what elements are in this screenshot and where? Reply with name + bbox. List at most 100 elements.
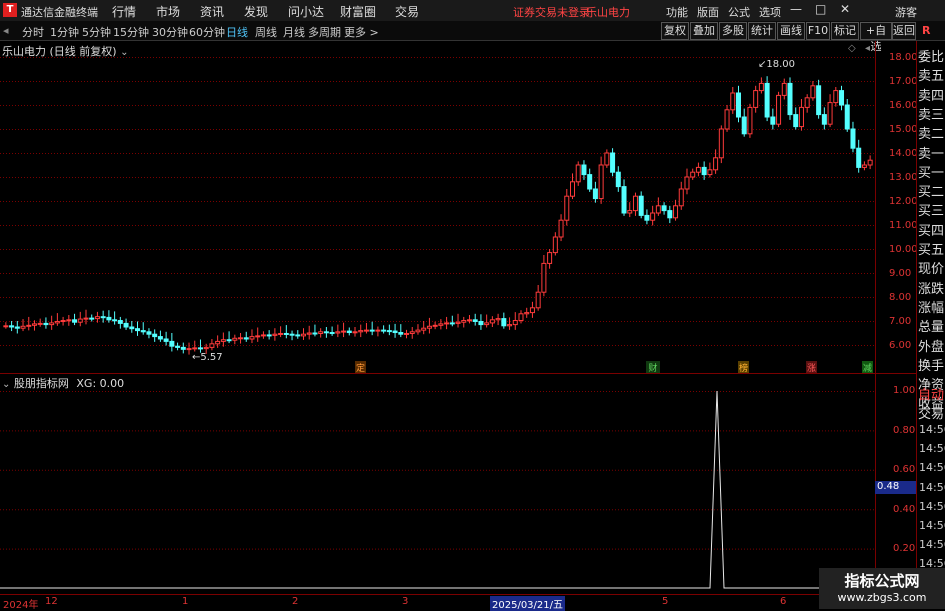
multi-stock-button[interactable]: 多股 xyxy=(719,22,747,40)
candle-body[interactable] xyxy=(604,152,610,166)
period-60min[interactable]: 60分钟 xyxy=(189,24,225,40)
candle-body[interactable] xyxy=(9,325,15,328)
candle-body[interactable] xyxy=(14,326,20,329)
candle-body[interactable] xyxy=(232,337,238,341)
menu-item-market[interactable]: 市场 xyxy=(156,3,180,20)
candle-body[interactable] xyxy=(753,90,759,108)
adjust-button[interactable]: 复权 xyxy=(661,22,689,40)
candle-body[interactable] xyxy=(26,324,32,327)
candle-body[interactable] xyxy=(432,324,438,327)
candle-body[interactable] xyxy=(152,333,158,338)
indicator-options-icon[interactable]: ⌄ xyxy=(2,379,10,390)
candle-body[interactable] xyxy=(363,329,369,332)
candle-body[interactable] xyxy=(455,321,461,324)
candle-body[interactable] xyxy=(507,324,513,327)
candle-body[interactable] xyxy=(552,236,558,254)
candle-body[interactable] xyxy=(404,332,410,335)
candle-body[interactable] xyxy=(135,328,141,332)
back-button[interactable]: 返回 xyxy=(892,22,916,40)
candle-body[interactable] xyxy=(512,320,518,326)
candle-body[interactable] xyxy=(781,82,787,96)
candle-body[interactable] xyxy=(106,316,112,321)
candle-body[interactable] xyxy=(518,313,524,322)
candle-body[interactable] xyxy=(741,116,747,135)
candle-body[interactable] xyxy=(587,174,593,190)
candle-body[interactable] xyxy=(352,331,358,334)
candle-body[interactable] xyxy=(570,181,576,197)
candle-body[interactable] xyxy=(793,114,799,128)
candle-body[interactable] xyxy=(461,320,467,323)
f10-button[interactable]: F10 xyxy=(806,22,830,40)
side-r-button[interactable]: R xyxy=(922,24,930,37)
menu-item-news[interactable]: 资讯 xyxy=(200,3,224,20)
menu-item-formula[interactable]: 公式 xyxy=(728,4,750,20)
menu-item-functions[interactable]: 功能 xyxy=(666,4,688,20)
candle-body[interactable] xyxy=(627,210,633,214)
candle-body[interactable] xyxy=(175,345,181,348)
candle-body[interactable] xyxy=(684,176,690,190)
menu-item-quotes[interactable]: 行情 xyxy=(112,3,136,20)
candle-body[interactable] xyxy=(598,164,604,200)
candle-body[interactable] xyxy=(632,195,638,212)
candle-body[interactable] xyxy=(707,169,713,176)
candle-body[interactable] xyxy=(358,330,364,333)
candle-body[interactable] xyxy=(31,323,37,326)
candle-body[interactable] xyxy=(66,319,72,322)
candle-body[interactable] xyxy=(821,114,827,125)
candle-body[interactable] xyxy=(610,152,616,173)
candle-body[interactable] xyxy=(3,325,9,328)
period-5min[interactable]: 5分钟 xyxy=(82,24,111,40)
candle-body[interactable] xyxy=(283,332,289,335)
candle-body[interactable] xyxy=(655,205,661,214)
candle-body[interactable] xyxy=(341,330,347,333)
candle-body[interactable] xyxy=(667,210,673,219)
candle-body[interactable] xyxy=(346,330,352,334)
candle-body[interactable] xyxy=(335,331,341,334)
candle-body[interactable] xyxy=(260,334,266,337)
current-stock-name[interactable]: 乐山电力 xyxy=(586,4,630,20)
menu-item-trade[interactable]: 交易 xyxy=(395,3,419,20)
candle-body[interactable] xyxy=(306,332,312,335)
candle-body[interactable] xyxy=(529,307,535,314)
period-weekly[interactable]: 周线 xyxy=(255,24,277,40)
menu-item-options[interactable]: 选项 xyxy=(759,4,781,20)
candle-body[interactable] xyxy=(466,319,472,322)
candle-body[interactable] xyxy=(381,329,387,332)
candle-body[interactable] xyxy=(323,331,329,334)
candle-body[interactable] xyxy=(861,164,867,168)
menu-item-discover[interactable]: 发现 xyxy=(244,3,268,20)
candle-body[interactable] xyxy=(718,128,724,159)
candle-body[interactable] xyxy=(266,334,272,337)
candle-body[interactable] xyxy=(524,312,530,315)
candle-body[interactable] xyxy=(850,128,856,149)
candle-body[interactable] xyxy=(123,322,129,328)
period-15min[interactable]: 15分钟 xyxy=(113,24,149,40)
candle-body[interactable] xyxy=(776,94,782,125)
event-marker-zhang[interactable]: 涨 xyxy=(806,361,817,374)
maximize-icon[interactable]: □ xyxy=(815,2,826,16)
candle-body[interactable] xyxy=(197,347,203,350)
candle-body[interactable] xyxy=(558,219,564,238)
period-30min[interactable]: 30分钟 xyxy=(152,24,188,40)
candle-body[interactable] xyxy=(758,82,764,92)
candle-body[interactable] xyxy=(318,331,324,334)
period-monthly[interactable]: 月线 xyxy=(283,24,305,40)
guest-label[interactable]: 游客 xyxy=(895,4,917,20)
candle-body[interactable] xyxy=(798,106,804,128)
candle-body[interactable] xyxy=(329,332,335,335)
candle-body[interactable] xyxy=(701,166,707,176)
candle-body[interactable] xyxy=(100,316,106,319)
candle-body[interactable] xyxy=(770,116,776,125)
menu-item-layout[interactable]: 版面 xyxy=(697,4,719,20)
candle-body[interactable] xyxy=(220,339,226,342)
candle-body[interactable] xyxy=(735,92,741,118)
overlay-button[interactable]: 叠加 xyxy=(690,22,718,40)
login-notice[interactable]: 证券交易未登录 xyxy=(513,4,590,20)
candle-body[interactable] xyxy=(478,320,484,326)
candle-body[interactable] xyxy=(484,322,490,326)
candle-body[interactable] xyxy=(43,322,49,326)
candle-body[interactable] xyxy=(547,252,553,264)
candle-body[interactable] xyxy=(730,92,736,111)
diamond-icon[interactable]: ◇ xyxy=(848,43,856,54)
candle-body[interactable] xyxy=(409,331,415,334)
